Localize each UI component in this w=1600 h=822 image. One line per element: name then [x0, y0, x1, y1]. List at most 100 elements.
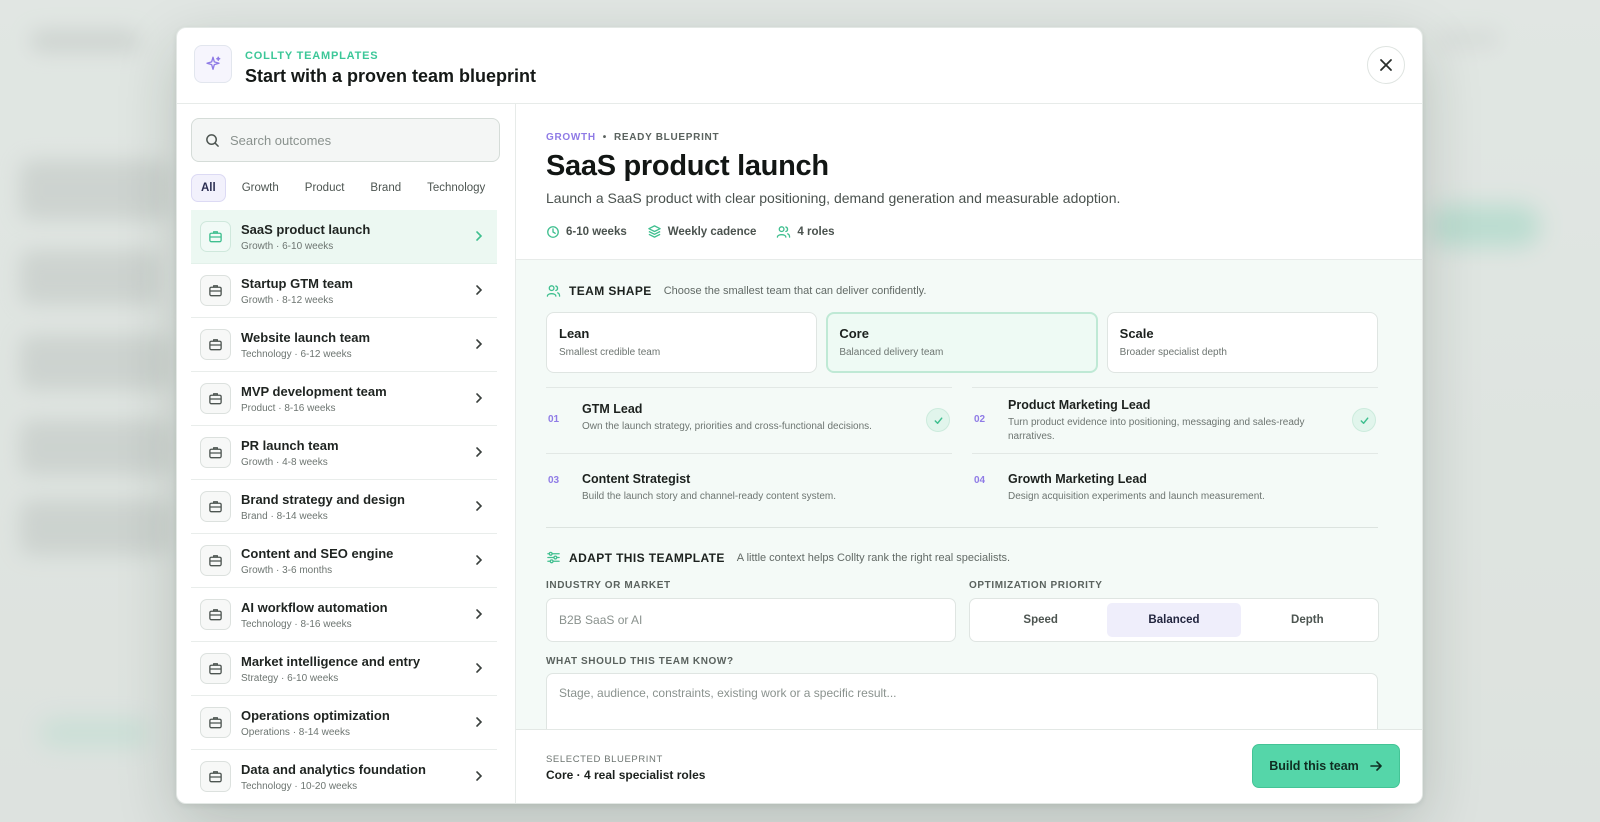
- build-team-button[interactable]: Build this team: [1252, 744, 1400, 788]
- item-title: Market intelligence and entry: [241, 653, 421, 669]
- selected-blueprint-value: Core · 4 real specialist roles: [546, 768, 706, 782]
- priority-depth[interactable]: Depth: [1241, 603, 1374, 637]
- chevron-right-icon: [476, 663, 483, 673]
- briefcase-icon: [200, 599, 231, 630]
- team-shape-header: TEAM SHAPE Choose the smallest team that…: [546, 283, 926, 298]
- search-box[interactable]: [191, 118, 500, 162]
- shape-option-lean[interactable]: Lean Smallest credible team: [546, 312, 818, 373]
- search-icon: [206, 133, 219, 147]
- role-card: 02 Product Marketing Lead Turn product e…: [972, 387, 1378, 453]
- section-title: TEAM SHAPE: [569, 283, 652, 298]
- modal-header: COLLTY TEAMPLATES Start with a proven te…: [177, 28, 1422, 104]
- item-subtitle: Technology · 8-16 weeks: [241, 618, 352, 630]
- role-number: 04: [974, 475, 986, 486]
- item-subtitle: Growth · 8-12 weeks: [241, 294, 334, 306]
- section-divider: [546, 527, 1378, 528]
- filter-brand[interactable]: Brand: [360, 174, 411, 202]
- modal-title: Start with a proven team blueprint: [245, 66, 537, 86]
- detail-hero: GROWTH • READY BLUEPRINT SaaS product la…: [516, 104, 1422, 260]
- status-label: READY BLUEPRINT: [613, 132, 720, 143]
- shape-option-core[interactable]: Core Balanced delivery team: [826, 312, 1098, 373]
- chevron-right-icon: [476, 339, 483, 349]
- priority-label: OPTIMIZATION PRIORITY: [969, 580, 1103, 591]
- list-item[interactable]: Data and analytics foundation Technology …: [191, 750, 497, 803]
- briefcase-icon: [200, 653, 231, 684]
- item-title: MVP development team: [241, 383, 387, 399]
- item-subtitle: Operations · 8-14 weeks: [241, 726, 350, 738]
- shape-option-scale[interactable]: Scale Broader specialist depth: [1106, 312, 1378, 373]
- briefcase-icon: [200, 383, 231, 414]
- industry-field[interactable]: [546, 598, 956, 642]
- briefcase-icon: [200, 221, 231, 252]
- template-sidebar: All Growth Product Brand Technology SaaS…: [177, 104, 516, 803]
- briefcase-icon: [200, 707, 231, 738]
- filter-growth[interactable]: Growth: [232, 174, 289, 202]
- chevron-right-icon: [476, 771, 483, 781]
- chevron-right-icon: [476, 555, 483, 565]
- role-number: 03: [548, 475, 560, 486]
- item-title: Content and SEO engine: [241, 545, 394, 561]
- filter-all[interactable]: All: [191, 174, 226, 202]
- list-item[interactable]: AI workflow automation Technology · 8-16 …: [191, 588, 497, 642]
- item-title: Data and analytics foundation: [241, 761, 426, 777]
- context-field[interactable]: [546, 673, 1378, 729]
- role-card: 01 GTM Lead Own the launch strategy, pri…: [546, 387, 952, 453]
- item-subtitle: Growth · 4-8 weeks: [241, 456, 328, 468]
- team-shape-options: Lean Smallest credible team Core Balance…: [546, 312, 1378, 373]
- item-title: SaaS product launch: [241, 221, 371, 237]
- priority-balanced[interactable]: Balanced: [1107, 603, 1241, 637]
- chevron-right-icon: [476, 285, 483, 295]
- role-card: 04 Growth Marketing Lead Design acquisit…: [972, 453, 1378, 528]
- role-description: Own the launch strategy, priorities and …: [582, 421, 872, 432]
- arrow-right-icon: [1369, 761, 1382, 771]
- list-item[interactable]: PR launch team Growth · 4-8 weeks: [191, 426, 497, 480]
- detail-body: TEAM SHAPE Choose the smallest team that…: [516, 260, 1422, 729]
- priority-selector: Speed Balanced Depth: [969, 598, 1379, 642]
- filter-product[interactable]: Product: [295, 174, 355, 202]
- filter-technology[interactable]: Technology: [417, 174, 495, 202]
- priority-speed[interactable]: Speed: [974, 603, 1107, 637]
- meta-row: 6-10 weeks Weekly cadence 4 roles: [546, 224, 834, 239]
- users-icon: [777, 226, 791, 238]
- check-icon: [1352, 408, 1376, 432]
- shape-description: Balanced delivery team: [839, 347, 944, 358]
- list-item[interactable]: Operations optimization Operations · 8-14…: [191, 696, 497, 750]
- briefcase-icon: [200, 491, 231, 522]
- adapt-header: ADAPT THIS TEAMPLATE A little context he…: [546, 550, 1010, 565]
- briefcase-icon: [200, 761, 231, 792]
- sliders-icon: [547, 551, 560, 564]
- layers-icon: [647, 225, 661, 238]
- list-item[interactable]: Website launch team Technology · 6-12 wee…: [191, 318, 497, 372]
- modal-eyebrow: COLLTY TEAMPLATES: [245, 50, 379, 62]
- shape-name: Lean: [559, 326, 590, 341]
- template-list: SaaS product launch Growth · 6-10 weeks S…: [191, 210, 497, 803]
- meta-duration-text: 6-10 weeks: [566, 225, 627, 238]
- category-label: GROWTH: [546, 132, 596, 143]
- industry-label: INDUSTRY OR MARKET: [546, 580, 671, 591]
- category-filters: All Growth Product Brand Technology: [191, 174, 495, 202]
- clock-icon: [547, 225, 559, 238]
- briefcase-icon: [200, 437, 231, 468]
- section-hint: Choose the smallest team that can delive…: [663, 284, 927, 297]
- meta-duration: 6-10 weeks: [546, 224, 627, 239]
- list-item[interactable]: MVP development team Product · 8-16 weeks: [191, 372, 497, 426]
- page-title: SaaS product launch: [546, 150, 829, 182]
- role-description: Design acquisition experiments and launc…: [1008, 491, 1265, 502]
- context-textarea[interactable]: [559, 686, 1365, 726]
- item-subtitle: Technology · 6-12 weeks: [241, 348, 352, 360]
- role-number: 01: [548, 414, 560, 425]
- chevron-right-icon: [476, 501, 483, 511]
- list-item[interactable]: Startup GTM team Growth · 8-12 weeks: [191, 264, 497, 318]
- list-item[interactable]: SaaS product launch Growth · 6-10 weeks: [191, 210, 497, 264]
- role-number: 02: [974, 414, 986, 425]
- modal-footer: SELECTED BLUEPRINT Core · 4 real special…: [516, 729, 1422, 803]
- close-button[interactable]: [1367, 46, 1405, 84]
- role-title: Growth Marketing Lead: [1008, 472, 1147, 486]
- search-input[interactable]: [230, 132, 480, 148]
- role-card: 03 Content Strategist Build the launch s…: [546, 453, 952, 528]
- list-item[interactable]: Market intelligence and entry Strategy · …: [191, 642, 497, 696]
- list-item[interactable]: Brand strategy and design Brand · 8-14 we…: [191, 480, 497, 534]
- industry-input[interactable]: [559, 613, 939, 627]
- meta-roles-text: 4 roles: [797, 225, 835, 238]
- list-item[interactable]: Content and SEO engine Growth · 3-6 month…: [191, 534, 497, 588]
